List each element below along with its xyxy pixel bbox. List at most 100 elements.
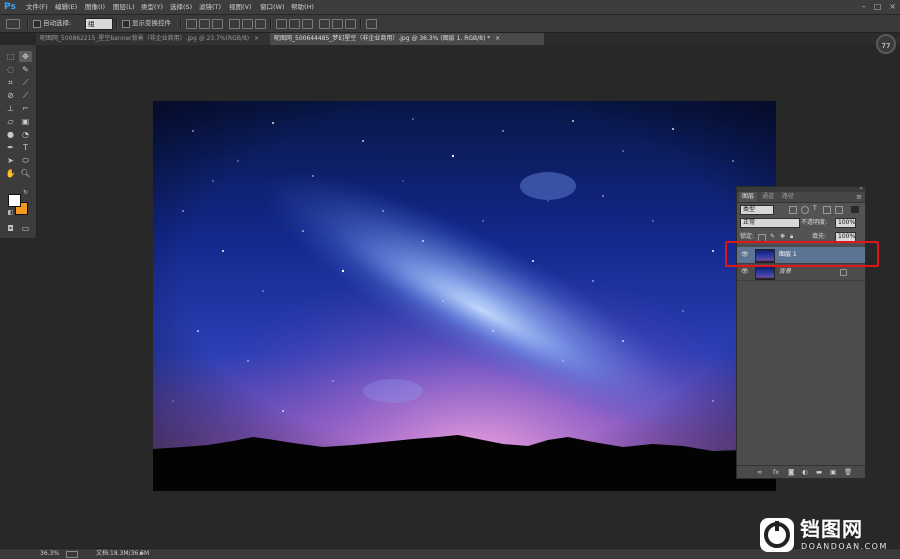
type-tool-icon[interactable]: T	[19, 142, 32, 153]
healing-brush-tool-icon[interactable]: ⊘	[4, 90, 17, 101]
lock-label: 锁定:	[740, 233, 755, 240]
lasso-tool-icon[interactable]: ◌	[4, 64, 17, 75]
filter-toggle-icon[interactable]	[851, 206, 859, 213]
lock-all-icon[interactable]: 🔒︎	[790, 233, 793, 241]
tab-document-1[interactable]: 昵图网_500862215_星空banner背景（非企业商用）.jpg @ 23…	[36, 33, 272, 45]
menu-image[interactable]: 图像(I)	[85, 0, 105, 14]
panel-menu-icon[interactable]: ≡	[856, 193, 862, 201]
minimize-icon[interactable]: –	[862, 1, 866, 13]
adjustment-filter-icon[interactable]	[801, 206, 809, 214]
menu-help[interactable]: 帮助(H)	[291, 0, 314, 14]
menu-window[interactable]: 窗口(W)	[260, 0, 285, 14]
tab-document-2[interactable]: 昵图网_500644485_梦幻星空（非企业商用）.jpg @ 36.3% (图…	[270, 33, 544, 45]
path-select-tool-icon[interactable]: ➤	[4, 155, 17, 166]
gradient-tool-icon[interactable]: ▣	[19, 116, 32, 127]
distribute-vcenter-icon[interactable]	[289, 19, 300, 29]
menu-type[interactable]: 类型(Y)	[141, 0, 163, 14]
auto-align-icon[interactable]	[366, 19, 377, 29]
zoom-tool-icon[interactable]: 🔍︎	[19, 168, 32, 179]
share-icon[interactable]	[66, 551, 78, 558]
panel-footer: ∞ fx ◙ ◐ ▬ ▣ 🗑︎	[737, 465, 865, 478]
hand-tool-icon[interactable]: ✋	[4, 168, 17, 179]
blend-row: 正常 不透明度: 100%	[737, 218, 865, 228]
trash-icon[interactable]: 🗑︎	[844, 469, 852, 476]
align-vcenter-icon[interactable]	[199, 19, 210, 29]
link-icon[interactable]: ∞	[757, 469, 762, 476]
blur-tool-icon[interactable]: ●	[4, 129, 17, 140]
mask-icon[interactable]: ◙	[788, 469, 794, 476]
quick-mask-icon[interactable]: ◘	[4, 223, 17, 234]
kind-filter-dropdown[interactable]: 类型	[740, 205, 774, 215]
new-layer-icon[interactable]: ▣	[830, 469, 836, 476]
brush-tool-icon[interactable]: ⟋	[19, 90, 32, 101]
separator	[180, 18, 182, 29]
foreground-color-swatch[interactable]	[8, 194, 21, 207]
clone-stamp-tool-icon[interactable]: ⊥	[4, 103, 17, 114]
close-icon[interactable]: ×	[889, 1, 896, 13]
align-bottom-icon[interactable]	[212, 19, 223, 29]
tab-layers[interactable]: 图层	[739, 192, 758, 202]
distribute-top-icon[interactable]	[276, 19, 287, 29]
marquee-tool-icon[interactable]: ⬚	[4, 51, 17, 62]
collapse-icon[interactable]: «	[859, 185, 863, 192]
distribute-right-icon[interactable]	[345, 19, 356, 29]
photoshop-logo: Ps	[4, 2, 16, 12]
pixel-filter-icon[interactable]	[789, 206, 797, 214]
tab-paths[interactable]: 路径	[779, 192, 797, 202]
crop-tool-icon[interactable]: ⌗	[4, 77, 17, 88]
auto-select-checkbox[interactable]	[33, 20, 41, 28]
fx-icon[interactable]: fx	[773, 469, 779, 476]
close-tab-icon[interactable]: ×	[495, 35, 500, 42]
lock-pixels-icon[interactable]: ✎	[770, 233, 775, 241]
close-tab-icon[interactable]: ×	[254, 35, 259, 42]
quick-select-tool-icon[interactable]: ✎	[19, 64, 32, 75]
filter-row: 类型 T	[737, 205, 865, 215]
shape-tool-icon[interactable]: ⬭	[19, 155, 32, 166]
separator	[270, 18, 272, 29]
type-filter-icon[interactable]: T	[813, 205, 817, 213]
maximize-icon[interactable]: □	[874, 1, 882, 13]
menu-layer[interactable]: 图层(L)	[113, 0, 135, 14]
distribute-bottom-icon[interactable]	[302, 19, 313, 29]
auto-select-dropdown[interactable]: 组	[85, 18, 113, 30]
distribute-left-icon[interactable]	[319, 19, 330, 29]
visibility-eye-icon[interactable]: 👁︎	[741, 269, 749, 275]
layer-name[interactable]: 背景	[779, 268, 791, 276]
lock-icon	[840, 269, 847, 276]
opacity-label: 不透明度:	[801, 219, 828, 226]
pen-tool-icon[interactable]: ✒	[4, 142, 17, 153]
smart-filter-icon[interactable]	[835, 206, 843, 214]
dodge-tool-icon[interactable]: ◔	[19, 129, 32, 140]
menu-select[interactable]: 选择(S)	[170, 0, 192, 14]
site-watermark: 铛图网 DOANDOAN.COM	[754, 514, 900, 558]
distribute-hcenter-icon[interactable]	[332, 19, 343, 29]
move-tool-icon[interactable]: ✥	[19, 51, 32, 62]
menu-file[interactable]: 文件(F)	[26, 0, 48, 14]
layers-list: 👁︎ 图层 1 👁︎ 背景	[737, 244, 865, 465]
align-top-icon[interactable]	[186, 19, 197, 29]
eyedropper-tool-icon[interactable]: ⟋	[19, 77, 32, 88]
show-transform-checkbox[interactable]	[122, 20, 130, 28]
align-right-icon[interactable]	[255, 19, 266, 29]
menu-filter[interactable]: 滤镜(T)	[199, 0, 221, 14]
zoom-indicator[interactable]: 77	[876, 34, 896, 54]
menu-view[interactable]: 视图(V)	[229, 0, 252, 14]
document-canvas-starry-sky[interactable]	[153, 101, 776, 491]
options-bar: 自动选择: 组 显示变换控件	[0, 15, 900, 33]
opacity-input[interactable]: 100%	[835, 218, 856, 228]
screen-mode-icon[interactable]: ▭	[19, 223, 32, 234]
menu-edit[interactable]: 编辑(E)	[55, 0, 77, 14]
blend-mode-dropdown[interactable]: 正常	[740, 218, 800, 228]
group-icon[interactable]: ▬	[816, 469, 822, 476]
eraser-tool-icon[interactable]: ▱	[4, 116, 17, 127]
lock-position-icon[interactable]: ✥	[780, 233, 785, 241]
tab-channels[interactable]: 通道	[759, 192, 777, 202]
adjustment-icon[interactable]: ◐	[802, 469, 808, 476]
default-colors-icon[interactable]: ◧	[4, 207, 17, 218]
move-tool-preset-icon[interactable]	[6, 19, 20, 29]
watermark-logo-icon	[764, 521, 790, 548]
shape-filter-icon[interactable]	[823, 206, 831, 214]
align-hcenter-icon[interactable]	[242, 19, 253, 29]
history-brush-tool-icon[interactable]: ⌐	[19, 103, 32, 114]
align-left-icon[interactable]	[229, 19, 240, 29]
